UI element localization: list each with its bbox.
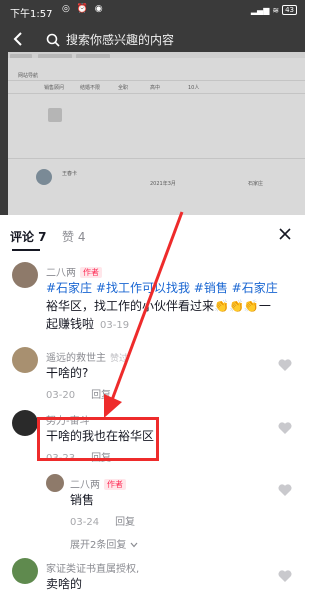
top-search-bar: 搜索你感兴趣的内容 (0, 26, 305, 54)
comment-text: 干啥的? (46, 366, 89, 380)
annotation-highlight-box (37, 417, 159, 461)
bg-profile-date: 2021年3月 (150, 181, 176, 187)
status-time: 下午1:57 (10, 9, 53, 20)
bg-table-header-2: 结婚不限 (80, 85, 101, 91)
comment-line-text: 裕华区，找工作的小伙伴看过来 (46, 299, 215, 313)
comment-line-text: 起赚钱啦 (46, 317, 95, 331)
comment-sheet: 评论 7 赞 4 二八两 作者 #石家庄 #找工作可以找我 #销售 #石家庄 裕华… (0, 216, 305, 600)
liked-badge: 赞过 (110, 354, 129, 364)
hashtag-link[interactable]: #销售 (194, 281, 228, 295)
close-icon[interactable] (277, 226, 293, 242)
like-heart-icon[interactable] (277, 357, 293, 373)
author-badge: 作者 (104, 479, 126, 490)
expand-replies-button[interactable]: 展开2条回复 (70, 536, 138, 551)
comment-date: 03-20 (46, 390, 76, 401)
comment-item: 二八两 作者 #石家庄 #找工作可以找我 #销售 #石家庄 裕华区，找工作的小伙伴… (0, 262, 305, 342)
like-heart-icon[interactable] (277, 482, 293, 498)
bg-web-page (8, 58, 305, 215)
avatar[interactable] (46, 474, 64, 492)
battery-icon: 43 (282, 5, 297, 15)
bg-profile-name: 王春卡 (62, 171, 78, 177)
comment-author[interactable]: 遥远的救世主 赞过 (46, 349, 128, 364)
comment-author[interactable]: 二八两 作者 (70, 476, 126, 491)
bg-divider (8, 80, 305, 81)
bg-profile-avatar (36, 169, 52, 185)
bg-table-header-5: 10人 (188, 85, 200, 91)
bg-table-header-3: 全职 (118, 85, 129, 91)
tab-active-indicator (12, 249, 40, 251)
comment-meta: 03-20 回复 (46, 386, 111, 401)
hashtag-link[interactable]: #石家庄 (46, 281, 92, 295)
reply-button[interactable]: 回复 (91, 390, 111, 401)
hashtag-link[interactable]: #石家庄 (232, 281, 278, 295)
avatar[interactable] (12, 558, 38, 584)
status-bar: 下午1:57 ◎ ⏰ ◉ ▂▄▆ ≋ 43 (0, 0, 305, 22)
tab-likes[interactable]: 赞 4 (62, 228, 85, 245)
bg-nav-text: 网站导航 (18, 73, 39, 79)
comment-date: 03-24 (70, 517, 100, 528)
comment-text: 销售 (70, 493, 95, 507)
comment-line: 裕华区，找工作的小伙伴看过来👏👏👏一 (46, 297, 294, 315)
comment-text: 卖啥的 (46, 577, 83, 591)
reply-item: 二八两 作者 销售 03-24 回复 (0, 474, 305, 530)
clap-emoji: 👏👏👏 (214, 299, 259, 313)
comment-tabs: 评论 7 赞 4 (0, 216, 305, 254)
wifi-icon: ≋ (272, 5, 280, 15)
avatar[interactable] (12, 347, 38, 373)
comment-item: 遥远的救世主 赞过 干啥的? 03-20 回复 (0, 347, 305, 405)
comment-line-tail: 一 (258, 299, 271, 313)
expand-replies-label: 展开2条回复 (70, 540, 127, 551)
bg-divider (8, 158, 305, 159)
comment-author-name: 二八两 (70, 480, 100, 491)
search-input[interactable]: 搜索你感兴趣的内容 (66, 31, 174, 48)
comment-line: 起赚钱啦 03-19 (46, 315, 294, 335)
comment-author-name: 遥远的救世主 (46, 353, 106, 364)
signal-icon: ▂▄▆ (250, 5, 270, 15)
comment-author[interactable]: 二八两 作者 (46, 264, 102, 279)
bg-table-header-4: 高中 (150, 85, 161, 91)
comment-text: #石家庄 #找工作可以找我 #销售 #石家庄 裕华区，找工作的小伙伴看过来👏👏👏… (46, 279, 294, 335)
comment-meta: 03-24 回复 (70, 513, 135, 528)
author-badge: 作者 (80, 267, 102, 278)
reply-button[interactable]: 回复 (115, 517, 135, 528)
avatar[interactable] (12, 410, 38, 436)
like-heart-icon[interactable] (277, 420, 293, 436)
search-icon (46, 32, 60, 47)
bg-table-header-1: 销售顾问 (44, 85, 65, 91)
bg-divider (8, 93, 305, 94)
bg-folder-icon (48, 108, 62, 122)
comment-author-name[interactable]: 家证类证书直属授权, (46, 560, 139, 575)
back-arrow-icon[interactable] (10, 30, 28, 48)
like-heart-icon[interactable] (277, 568, 293, 584)
comment-date: 03-19 (100, 320, 130, 331)
status-right-icons: ▂▄▆ ≋ 43 (251, 5, 297, 15)
comment-hashtags: #石家庄 #找工作可以找我 #销售 #石家庄 (46, 279, 294, 297)
avatar[interactable] (12, 262, 38, 288)
tab-comments[interactable]: 评论 7 (10, 228, 47, 245)
hashtag-link[interactable]: #找工作可以找我 (96, 281, 190, 295)
bg-profile-location: 石家庄 (248, 181, 264, 187)
comment-item: 家证类证书直属授权, 卖啥的 (0, 558, 305, 600)
comment-author-name: 二八两 (46, 268, 76, 279)
notification-icons: ◎ ⏰ ◉ (62, 4, 105, 14)
chevron-down-icon (130, 542, 138, 548)
